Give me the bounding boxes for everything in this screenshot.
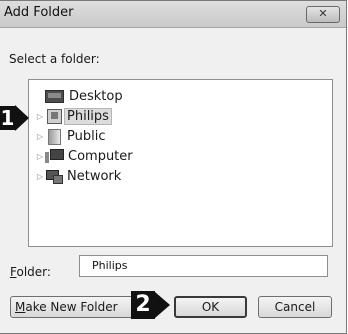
callout-arrow-2-icon xyxy=(155,292,170,318)
expand-arrow-icon[interactable]: ▷ xyxy=(35,112,45,121)
close-button[interactable]: ✕ xyxy=(306,6,340,23)
expand-arrow-icon[interactable]: ▷ xyxy=(35,132,45,141)
folder-field-label: Folder: xyxy=(10,265,51,279)
expand-arrow-icon[interactable]: ▷ xyxy=(35,172,45,181)
tree-item-desktop[interactable]: Desktop xyxy=(35,87,123,105)
tree-item-label: Computer xyxy=(68,148,133,164)
callout-badge-1: 1 xyxy=(0,106,15,130)
title-bar: Add Folder ✕ xyxy=(0,1,346,28)
folder-input[interactable]: Philips xyxy=(79,255,328,277)
desktop-icon xyxy=(45,89,64,103)
callout-badge-2: 2 xyxy=(131,291,155,319)
tree-item-philips[interactable]: ▷ Philips xyxy=(35,107,112,125)
tree-item-network[interactable]: ▷ Network xyxy=(35,167,121,185)
user-folder-icon xyxy=(47,108,62,124)
callout-arrow-1-icon xyxy=(15,105,29,131)
tree-item-label: Network xyxy=(67,168,122,184)
dialog-title: Add Folder xyxy=(4,5,74,20)
make-new-folder-button[interactable]: Make New Folder xyxy=(10,296,134,318)
close-icon: ✕ xyxy=(318,7,328,20)
folder-tree[interactable]: Desktop ▷ Philips ▷ Public ▷ Computer ▷ … xyxy=(28,79,333,247)
new-folder-accelerator: M xyxy=(15,300,26,314)
tree-item-computer[interactable]: ▷ Computer xyxy=(35,147,133,165)
tree-item-label: Philips xyxy=(64,107,112,125)
new-folder-label: ake New Folder xyxy=(25,300,118,314)
add-folder-dialog: Add Folder ✕ Select a folder: Desktop ▷ … xyxy=(0,0,347,334)
computer-icon xyxy=(45,149,64,163)
expand-arrow-icon[interactable]: ▷ xyxy=(35,152,45,161)
network-icon xyxy=(45,169,63,184)
folder-label-text: older: xyxy=(16,265,51,279)
cancel-button[interactable]: Cancel xyxy=(258,296,332,318)
public-folder-icon xyxy=(48,129,61,145)
tree-item-label: Public xyxy=(67,128,106,144)
tree-item-public[interactable]: ▷ Public xyxy=(35,127,105,145)
tree-item-label: Desktop xyxy=(69,88,123,104)
ok-button[interactable]: OK xyxy=(174,296,247,318)
select-folder-prompt: Select a folder: xyxy=(9,52,100,66)
